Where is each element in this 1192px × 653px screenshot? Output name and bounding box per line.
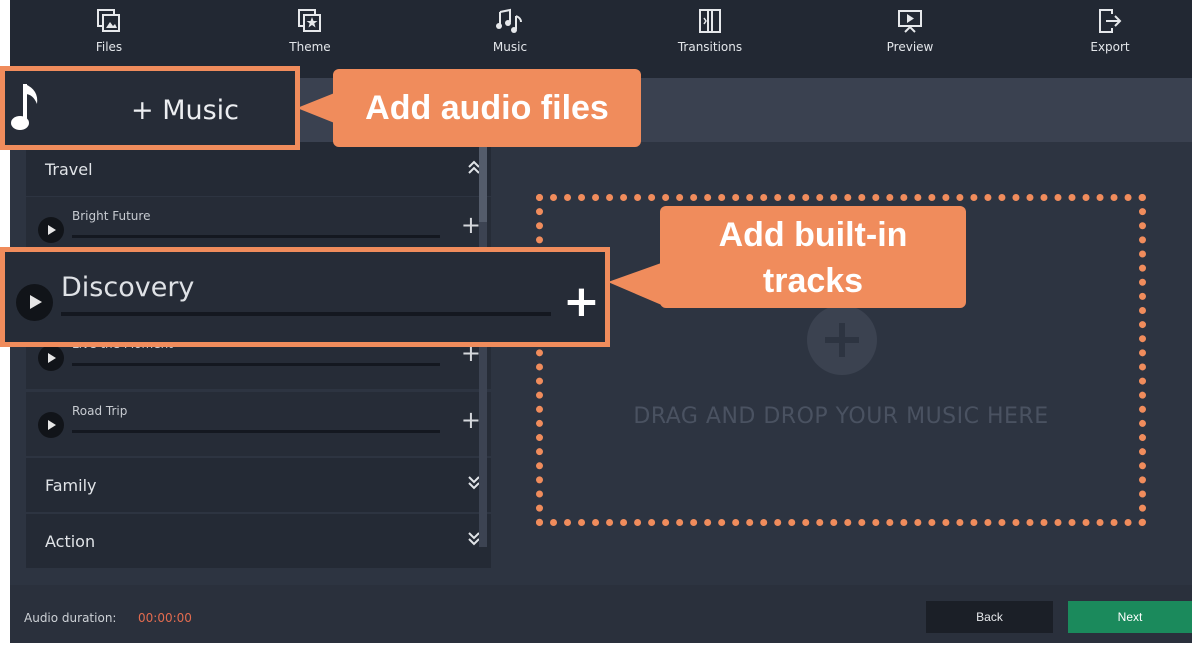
- add-music-label: + Music: [131, 95, 240, 126]
- toolbar-transitions-label: Transitions: [677, 40, 743, 54]
- export-icon: [1099, 9, 1122, 33]
- transitions-icon: [699, 9, 721, 33]
- next-button[interactable]: Next: [1068, 601, 1192, 633]
- category-action-label: Action: [45, 532, 96, 551]
- preview-icon: [898, 10, 922, 33]
- play-icon[interactable]: [38, 217, 64, 243]
- track-name: Discovery: [61, 272, 195, 303]
- toolbar-preview-label: Preview: [886, 40, 934, 54]
- category-action[interactable]: Action: [26, 514, 491, 569]
- play-icon[interactable]: [16, 284, 53, 321]
- track-item-highlighted[interactable]: Discovery +: [0, 247, 610, 347]
- toolbar-theme-button[interactable]: Theme: [255, 8, 365, 70]
- callout-add-built-in-tracks: Add built-in tracks: [660, 206, 966, 308]
- files-icon: [97, 9, 120, 32]
- toolbar-music-label: Music: [492, 40, 528, 54]
- toolbar-theme-label: Theme: [289, 40, 331, 54]
- toolbar-files-button[interactable]: Files: [54, 8, 164, 70]
- music-note-icon: [11, 84, 38, 130]
- drop-zone-plus-icon[interactable]: [807, 305, 877, 375]
- track-progress-bar[interactable]: [72, 235, 440, 238]
- category-travel[interactable]: Travel: [26, 142, 491, 197]
- track-progress-bar[interactable]: [72, 363, 440, 366]
- add-track-icon[interactable]: +: [461, 408, 481, 432]
- track-item[interactable]: Road Trip +: [26, 392, 491, 456]
- theme-icon: [298, 9, 321, 32]
- callout-pointer: [297, 92, 337, 124]
- music-icon: [496, 8, 522, 33]
- add-track-icon[interactable]: +: [563, 280, 600, 324]
- category-family[interactable]: Family: [26, 458, 491, 513]
- play-icon[interactable]: [38, 345, 64, 371]
- drop-zone-text: DRAG AND DROP YOUR MUSIC HERE: [633, 404, 1049, 429]
- back-button[interactable]: Back: [926, 601, 1053, 633]
- toolbar-files-label: Files: [95, 40, 123, 54]
- library-scrollbar-thumb[interactable]: [479, 142, 487, 222]
- toolbar-transitions-button[interactable]: Transitions: [655, 8, 765, 70]
- audio-duration-label: Audio duration:: [24, 611, 117, 625]
- callout-add-built-in-line2: tracks: [762, 262, 864, 300]
- callout-add-audio-files: Add audio files: [333, 69, 641, 147]
- bottom-bar: Audio duration: 00:00:00 Back Next: [10, 585, 1192, 643]
- callout-add-built-in-line1: Add built-in: [718, 216, 908, 254]
- track-name: Bright Future: [72, 209, 151, 223]
- toolbar-preview-button[interactable]: Preview: [855, 8, 965, 70]
- audio-duration-value: 00:00:00: [138, 611, 192, 625]
- track-progress-bar[interactable]: [61, 312, 551, 316]
- toolbar-export-label: Export: [1090, 40, 1130, 54]
- music-library-panel: Travel Bright Future + Live the Moment +…: [26, 142, 491, 582]
- add-music-button[interactable]: + Music: [0, 66, 300, 150]
- category-family-label: Family: [45, 476, 97, 495]
- callout-add-audio-files-text: Add audio files: [365, 89, 609, 127]
- toolbar-export-button[interactable]: Export: [1055, 8, 1165, 70]
- add-track-icon[interactable]: +: [461, 213, 481, 237]
- track-progress-bar[interactable]: [72, 430, 440, 433]
- track-name: Road Trip: [72, 404, 128, 418]
- callout-pointer: [608, 262, 664, 306]
- play-icon[interactable]: [38, 412, 64, 438]
- toolbar-music-button[interactable]: Music: [455, 8, 565, 70]
- category-travel-label: Travel: [45, 160, 93, 179]
